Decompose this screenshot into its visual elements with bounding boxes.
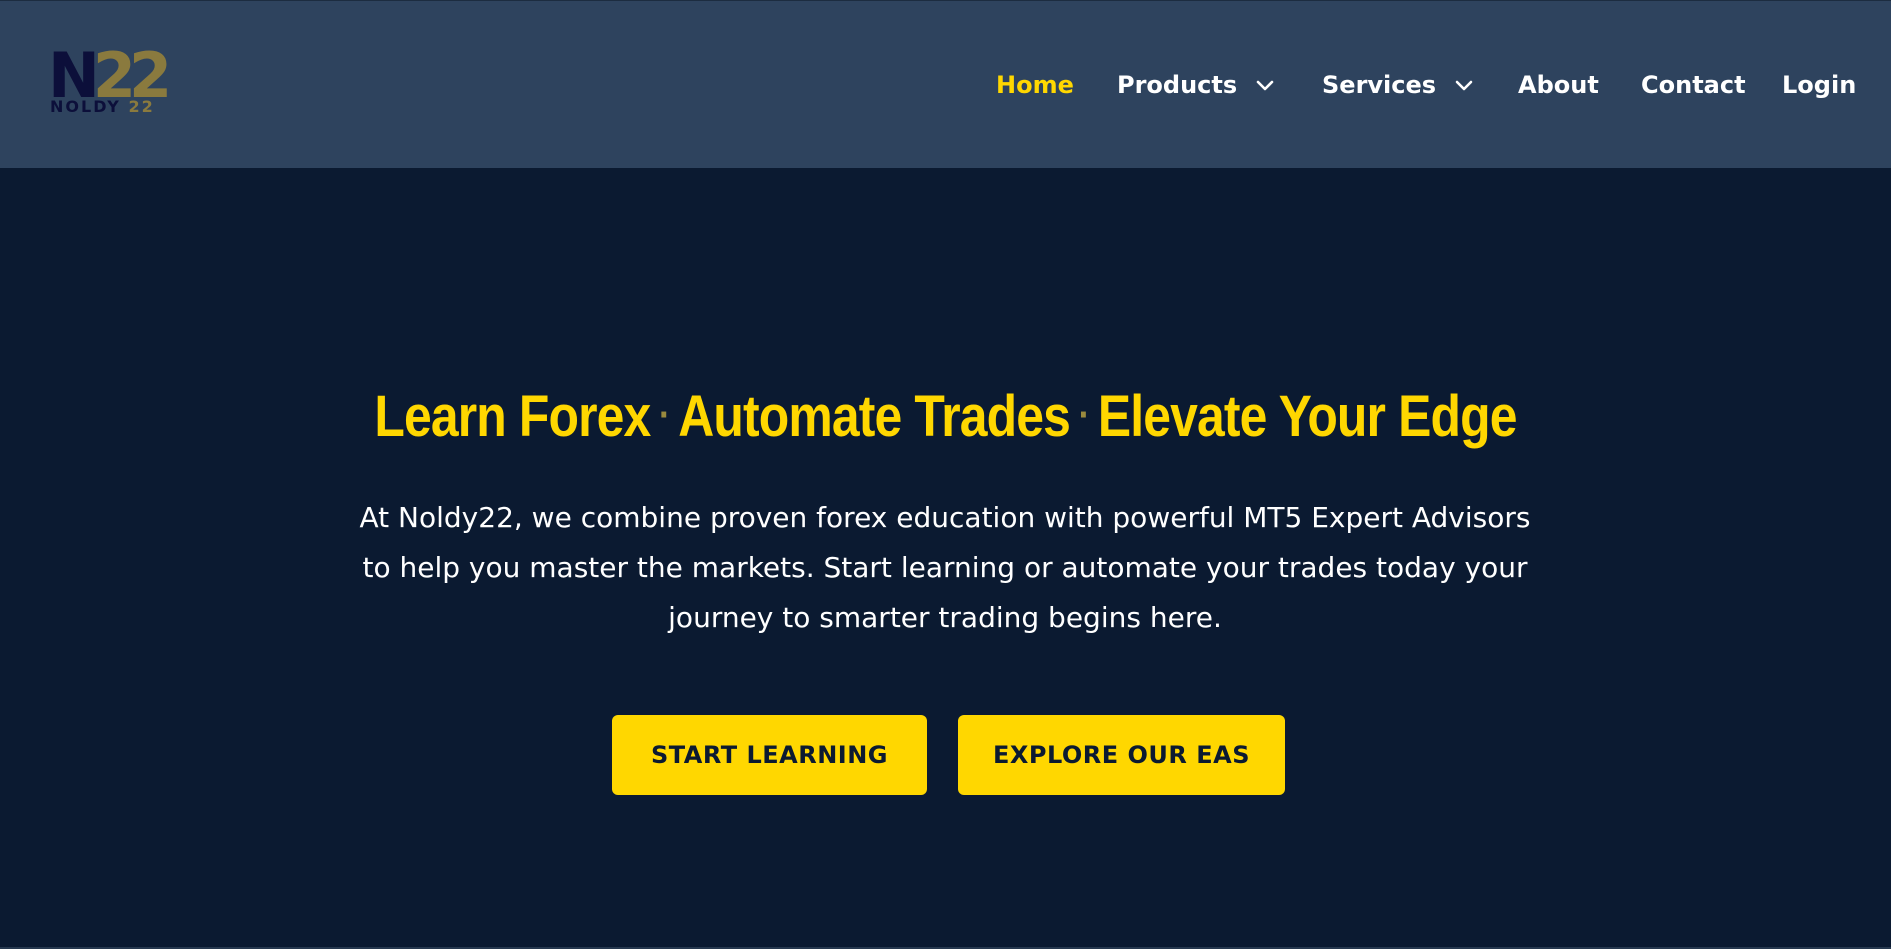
nav-item-contact[interactable]: Contact bbox=[1641, 69, 1746, 101]
nav-item-home-label: Home bbox=[996, 71, 1074, 99]
nav-item-about-label: About bbox=[1518, 71, 1599, 99]
title-separator: · bbox=[1078, 393, 1090, 437]
explore-eas-button[interactable]: EXPLORE OUR EAS bbox=[958, 715, 1285, 795]
hero-title-part-3: Elevate Your Edge bbox=[1097, 384, 1518, 449]
nav-item-login-label: Login bbox=[1782, 71, 1857, 99]
nav-item-products-label: Products bbox=[1117, 71, 1238, 99]
nav-item-products[interactable]: Products bbox=[1117, 69, 1275, 101]
hero-title: Learn Forex · Automate Trades · Elevate Your… bbox=[132, 378, 1758, 454]
nav-item-services-label: Services bbox=[1322, 71, 1437, 99]
nav-item-contact-label: Contact bbox=[1641, 71, 1746, 99]
hero-description: At Noldy22, we combine proven forex educ… bbox=[359, 501, 1531, 634]
nav-item-services[interactable]: Services bbox=[1322, 69, 1474, 101]
main-nav: Home Products Services About Contact Log… bbox=[0, 69, 1891, 101]
title-separator: · bbox=[659, 393, 670, 437]
chevron-down-icon bbox=[1255, 75, 1275, 95]
start-learning-button[interactable]: START LEARNING bbox=[612, 715, 927, 795]
nav-item-login[interactable]: Login bbox=[1782, 69, 1856, 101]
hero-title-part-1: Learn Forex bbox=[374, 384, 651, 449]
chevron-down-icon bbox=[1454, 75, 1474, 95]
nav-item-about[interactable]: About bbox=[1518, 69, 1599, 101]
site-header: N22 NOLDY 22 Home Products Services Abou… bbox=[0, 0, 1891, 168]
nav-item-home[interactable]: Home bbox=[996, 69, 1074, 101]
hero-title-part-2: Automate Trades bbox=[678, 384, 1071, 449]
